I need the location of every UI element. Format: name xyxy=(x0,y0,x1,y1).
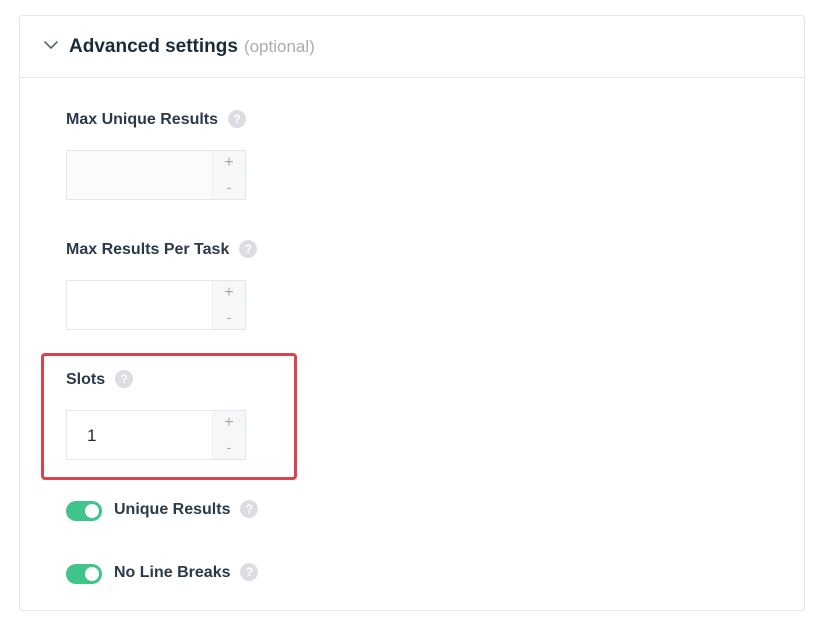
decrement-button[interactable]: - xyxy=(213,435,245,459)
decrement-button[interactable]: - xyxy=(213,175,245,199)
max-results-per-task-label-text: Max Results Per Task xyxy=(66,241,230,259)
max-results-per-task-stepper: + - xyxy=(212,281,245,329)
advanced-settings-header[interactable]: Advanced settings (optional) xyxy=(20,16,804,78)
increment-button[interactable]: + xyxy=(213,411,245,435)
optional-label: (optional) xyxy=(243,37,315,56)
toggle-knob xyxy=(85,504,99,518)
slots-label-text: Slots xyxy=(66,371,106,389)
question-circle-icon[interactable]: ? xyxy=(228,110,247,128)
increment-button[interactable]: + xyxy=(213,151,245,175)
question-circle-icon[interactable]: ? xyxy=(240,563,259,581)
increment-button[interactable]: + xyxy=(213,281,245,305)
slots-label: Slots? xyxy=(66,370,134,389)
no-line-breaks-toggle[interactable] xyxy=(66,564,102,584)
question-circle-icon[interactable]: ? xyxy=(240,500,259,518)
unique-results-toggle[interactable] xyxy=(66,501,102,521)
slots-input[interactable]: 1 + - xyxy=(66,410,246,460)
max-results-per-task-input[interactable]: + - xyxy=(66,280,246,330)
no-line-breaks-label-text: No Line Breaks xyxy=(114,564,231,582)
toggle-knob xyxy=(85,567,99,581)
decrement-button[interactable]: - xyxy=(213,305,245,329)
max-results-per-task-label: Max Results Per Task? xyxy=(66,240,258,259)
no-line-breaks-label: No Line Breaks? xyxy=(114,563,259,582)
max-unique-results-input[interactable]: + - xyxy=(66,150,246,200)
question-circle-icon[interactable]: ? xyxy=(239,240,258,258)
section-title-text: Advanced settings xyxy=(69,36,238,57)
max-unique-results-label: Max Unique Results? xyxy=(66,110,247,129)
slots-value[interactable]: 1 xyxy=(87,426,96,446)
section-title: Advanced settings (optional) xyxy=(69,36,315,58)
chevron-down-icon[interactable] xyxy=(42,38,60,52)
question-circle-icon[interactable]: ? xyxy=(115,370,134,388)
unique-results-label-text: Unique Results xyxy=(114,501,231,519)
max-unique-results-label-text: Max Unique Results xyxy=(66,111,219,129)
max-unique-results-stepper: + - xyxy=(212,151,245,199)
slots-stepper: + - xyxy=(212,411,245,459)
unique-results-label: Unique Results? xyxy=(114,500,259,519)
